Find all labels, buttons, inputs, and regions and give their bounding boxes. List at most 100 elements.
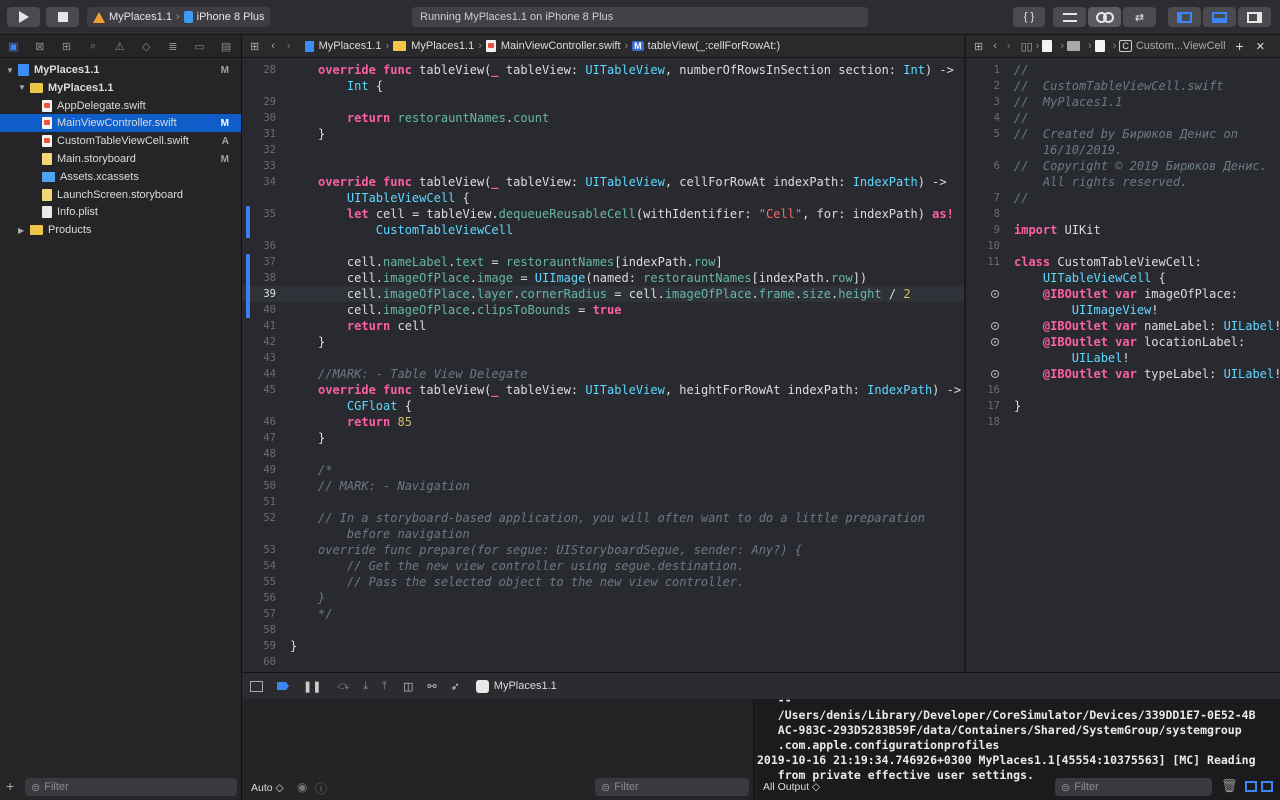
tree-item[interactable]: ▼ MyPlaces1.1 M (0, 61, 241, 79)
output-selector[interactable]: All Output ◇ (763, 781, 820, 793)
tree-item[interactable]: MainViewController.swift M (0, 114, 241, 133)
view-debugger-icon[interactable]: ◫ (403, 680, 413, 693)
project-navigator: ▣ ⊠ ⊞ ⌕ ⚠ ◇ ≣ ▭ ▤ ▼ MyPlaces1.1 M ▼ MyPlaces… (0, 35, 242, 800)
assistant-editor-button[interactable] (1088, 7, 1121, 27)
code-text: // Created by Бирюков Денис on (1014, 127, 1238, 141)
outlet-connection-icon[interactable] (991, 338, 999, 346)
breakpoint-icon[interactable]: ▭ (186, 35, 213, 57)
add-editor-icon[interactable]: + (1236, 38, 1244, 54)
outlet-connection-icon[interactable] (991, 290, 999, 298)
code-text: */ (318, 607, 333, 621)
split-left-icon[interactable] (1245, 781, 1257, 792)
step-over-icon[interactable]: ⤼ (337, 680, 349, 693)
eye-icon[interactable]: ◉ (297, 780, 307, 794)
swift-file-icon (42, 135, 52, 148)
related-items-icon[interactable]: ⊞ (250, 40, 259, 53)
location-icon[interactable]: ➶ (451, 680, 460, 693)
console-view[interactable]: -- /Users/denis/Library/Developer/CoreSi… (754, 699, 1280, 800)
breadcrumb-file[interactable]: MainViewController.swift (501, 40, 621, 52)
symbol-icon[interactable]: ⊞ (53, 35, 80, 57)
storyboard-icon (42, 153, 52, 165)
toggle-navigator-button[interactable] (1168, 7, 1201, 27)
scope-selector[interactable]: Auto ◇ (251, 782, 284, 794)
memory-graph-icon[interactable]: ⚯ (427, 680, 436, 693)
breadcrumb-method[interactable]: tableView(_:cellForRowAt:) (648, 40, 780, 52)
breakpoints-toggle-icon[interactable] (277, 682, 289, 690)
tree-item[interactable]: LaunchScreen.storyboard (0, 186, 241, 204)
breadcrumb-project[interactable]: MyPlaces1.1 (319, 40, 382, 52)
pause-icon[interactable]: ❚❚ (303, 680, 321, 693)
tree-item[interactable]: Main.storyboard M (0, 150, 241, 168)
breadcrumb-folder[interactable]: MyPlaces1.1 (411, 40, 474, 52)
tree-item[interactable]: AppDelegate.swift (0, 97, 241, 115)
forward-icon[interactable]: › (287, 40, 291, 52)
swift-file-icon (42, 99, 52, 112)
split-right-icon[interactable] (1261, 781, 1273, 792)
breadcrumb-class[interactable]: Custom...ViewCell (1136, 40, 1226, 52)
tree-item[interactable]: CustomTableViewCell.swift A (0, 132, 241, 150)
code-text: cell.imageOfPlace.image = UIImage(named:… (318, 271, 868, 285)
navigator-filter[interactable]: ⊜ Filter (25, 778, 237, 796)
code-text: // MARK: - Navigation (318, 479, 470, 493)
toolbar: MyPlaces1.1 › iPhone 8 Plus Running MyPl… (0, 0, 1280, 35)
split-icon[interactable]: ▯▯ (1021, 40, 1033, 53)
trash-icon[interactable]: 🗑 (1221, 779, 1238, 794)
source-editor-main[interactable]: 28 override func tableView(_ tableView: U… (242, 58, 964, 672)
disclosure-icon[interactable]: ▼ (18, 83, 28, 92)
line-number: 6 (993, 160, 1000, 172)
test-icon[interactable]: ◇ (133, 35, 160, 57)
warning-icon[interactable]: ⚠ (106, 35, 133, 57)
info-icon[interactable]: ⓘ (315, 780, 327, 797)
forward-icon[interactable]: › (1007, 40, 1011, 52)
source-editor-assistant[interactable]: 1 // 2 // CustomTableViewCell.swift 3 // MyPl… (966, 58, 1280, 672)
run-button[interactable] (7, 7, 40, 27)
close-editor-icon[interactable]: ✕ (1256, 40, 1265, 53)
tree-item[interactable]: ▶ Products (0, 221, 241, 239)
add-icon[interactable]: + (6, 778, 14, 794)
search-icon[interactable]: ⌕ (80, 35, 107, 57)
back-icon[interactable]: ‹ (993, 40, 997, 52)
stop-button[interactable] (46, 7, 79, 27)
left-panel-icon (1177, 11, 1192, 23)
tree-item[interactable]: Assets.xcassets (0, 168, 241, 186)
code-text: /* (318, 463, 333, 477)
folder-icon[interactable]: ▣ (0, 35, 27, 57)
debug-icon[interactable]: ≣ (160, 35, 187, 57)
disclosure-icon[interactable]: ▶ (18, 226, 28, 235)
debug-target-label[interactable]: MyPlaces1.1 (494, 680, 557, 692)
code-text: @IBOutlet var locationLabel: (1042, 335, 1246, 349)
disclosure-icon[interactable]: ▼ (6, 66, 16, 75)
back-icon[interactable]: ‹ (271, 40, 275, 52)
toggle-debug-area-button[interactable] (1203, 7, 1236, 27)
step-out-icon[interactable]: ⤒ (382, 680, 387, 693)
step-in-icon[interactable]: ⤓ (363, 680, 368, 693)
code-text: import UIKit (1014, 223, 1101, 237)
change-marker[interactable] (246, 206, 250, 238)
line-number: 10 (987, 240, 1000, 252)
console-line: /Users/denis/Library/Developer/CoreSimul… (757, 708, 1256, 722)
line-number: 47 (263, 432, 276, 444)
line-number: 56 (263, 592, 276, 604)
arrows-icon: ⇄ (1134, 11, 1145, 24)
change-marker[interactable] (246, 254, 250, 318)
variables-filter[interactable]: ⊜ Filter (595, 778, 749, 796)
tree-item[interactable]: ▼ MyPlaces1.1 (0, 79, 241, 97)
related-items-icon[interactable]: ⊞ (974, 40, 983, 53)
toggle-inspector-button[interactable] (1238, 7, 1271, 27)
tree-item-label: MainViewController.swift (57, 117, 177, 130)
standard-editor-button[interactable] (1053, 7, 1086, 27)
code-text: class CustomTableViewCell: (1014, 255, 1202, 269)
scheme-selector[interactable]: MyPlaces1.1 › iPhone 8 Plus (87, 7, 270, 27)
library-button[interactable]: { } (1013, 7, 1045, 27)
tree-item[interactable]: Info.plist (0, 203, 241, 221)
file-crumb-icon (1094, 40, 1105, 52)
tree-item-label: LaunchScreen.storyboard (57, 188, 183, 201)
outlet-connection-icon[interactable] (991, 370, 999, 378)
version-editor-button[interactable]: ⇄ (1123, 7, 1156, 27)
device-icon (183, 11, 193, 23)
hide-debug-icon[interactable] (250, 680, 263, 692)
report-icon[interactable]: ▤ (213, 35, 240, 57)
console-filter[interactable]: ⊜ Filter (1055, 778, 1212, 796)
outlet-connection-icon[interactable] (991, 322, 999, 330)
source-control-icon[interactable]: ⊠ (27, 35, 54, 57)
